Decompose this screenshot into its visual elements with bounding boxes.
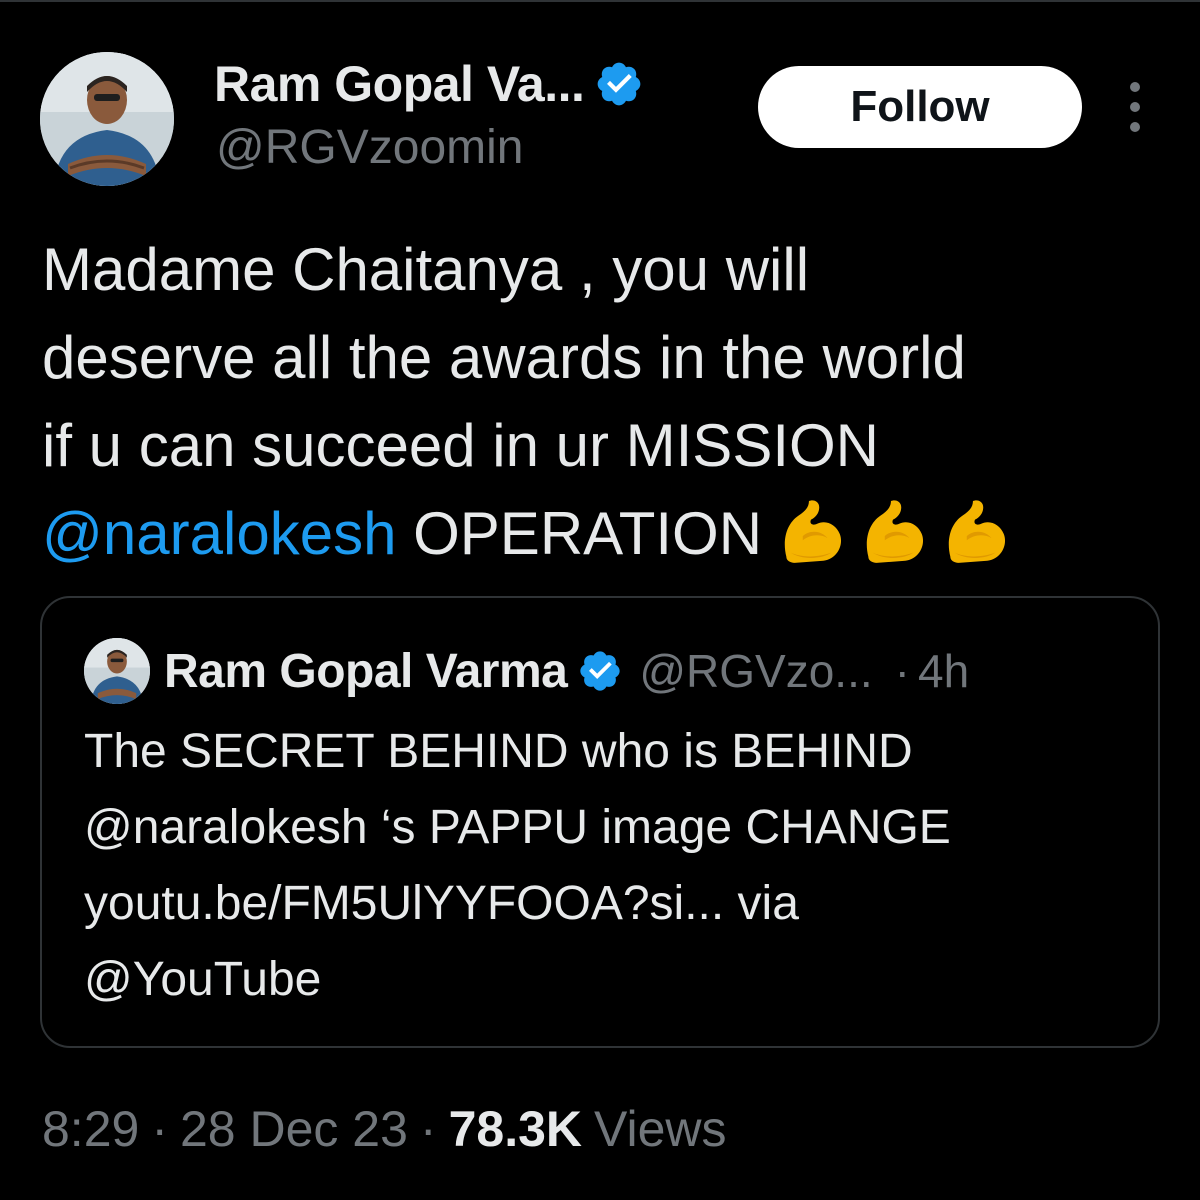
author-name-row: Ram Gopal Va... <box>214 54 644 114</box>
quoted-tweet-text: The SECRET BEHIND who is BEHIND @naralok… <box>84 714 1124 1018</box>
quoted-text-line: @YouTube <box>84 953 322 1006</box>
quoted-tweet-time[interactable]: 4h <box>918 644 969 698</box>
separator-dot: · <box>151 1101 168 1157</box>
quoted-tweet-header: Ram Gopal Varma @RGVzo... · 4h <box>164 636 969 706</box>
tweet-text-line: Madame Chaitanya , you will <box>42 236 810 303</box>
separator-dot: · <box>419 1101 437 1157</box>
more-dot <box>1130 102 1140 112</box>
profile-photo <box>40 52 174 186</box>
tweet-text-fragment: OPERATION <box>396 500 763 567</box>
views-label: Views <box>594 1101 727 1157</box>
verified-badge-icon <box>580 651 620 691</box>
mention-link[interactable]: @naralokesh <box>42 500 396 567</box>
separator-dot: · <box>894 645 910 697</box>
author-handle[interactable]: @RGVzoomin <box>216 120 523 175</box>
follow-button[interactable]: Follow <box>758 66 1082 148</box>
tweet-time[interactable]: 8:29 <box>42 1100 139 1158</box>
flexed-biceps-emoji <box>866 500 924 563</box>
quoted-text-line: The SECRET BEHIND who is BEHIND <box>84 725 913 778</box>
profile-photo <box>84 638 150 704</box>
tweet-date[interactable]: 28 Dec 23 <box>180 1100 408 1158</box>
tweet-meta: 8:29 · 28 Dec 23 · 78.3K Views <box>42 1096 727 1162</box>
author-avatar[interactable] <box>40 52 174 186</box>
flexed-biceps-emoji <box>948 500 1006 563</box>
quoted-text-line: @naralokesh ‘s PAPPU image CHANGE <box>84 801 951 854</box>
more-dot <box>1130 82 1140 92</box>
tweet-text-line: deserve all the awards in the world <box>42 324 966 391</box>
quoted-author-name[interactable]: Ram Gopal Varma <box>164 644 568 699</box>
verified-badge-icon <box>598 62 641 106</box>
top-divider <box>0 0 1200 2</box>
tweet-text-line: if u can succeed in ur MISSION <box>42 412 880 479</box>
more-dot <box>1130 122 1140 132</box>
author-display-name[interactable]: Ram Gopal Va... <box>214 55 585 113</box>
quoted-author-avatar[interactable] <box>84 638 150 704</box>
quoted-author-handle[interactable]: @RGVzo... <box>639 644 872 698</box>
quoted-text-line: youtu.be/FM5UlYYFOOA?si... via <box>84 877 799 930</box>
more-vertical-icon[interactable] <box>1118 82 1152 132</box>
tweet-text-line: @naralokesh OPERATION <box>42 490 1162 578</box>
emoji-group <box>774 495 1012 569</box>
quoted-tweet-card[interactable]: Ram Gopal Varma @RGVzo... · 4h The SECRE… <box>40 596 1160 1048</box>
views-count[interactable]: 78.3K <box>449 1100 582 1158</box>
flexed-biceps-emoji <box>784 500 842 563</box>
tweet-text: Madame Chaitanya , you will deserve all … <box>42 226 1162 578</box>
